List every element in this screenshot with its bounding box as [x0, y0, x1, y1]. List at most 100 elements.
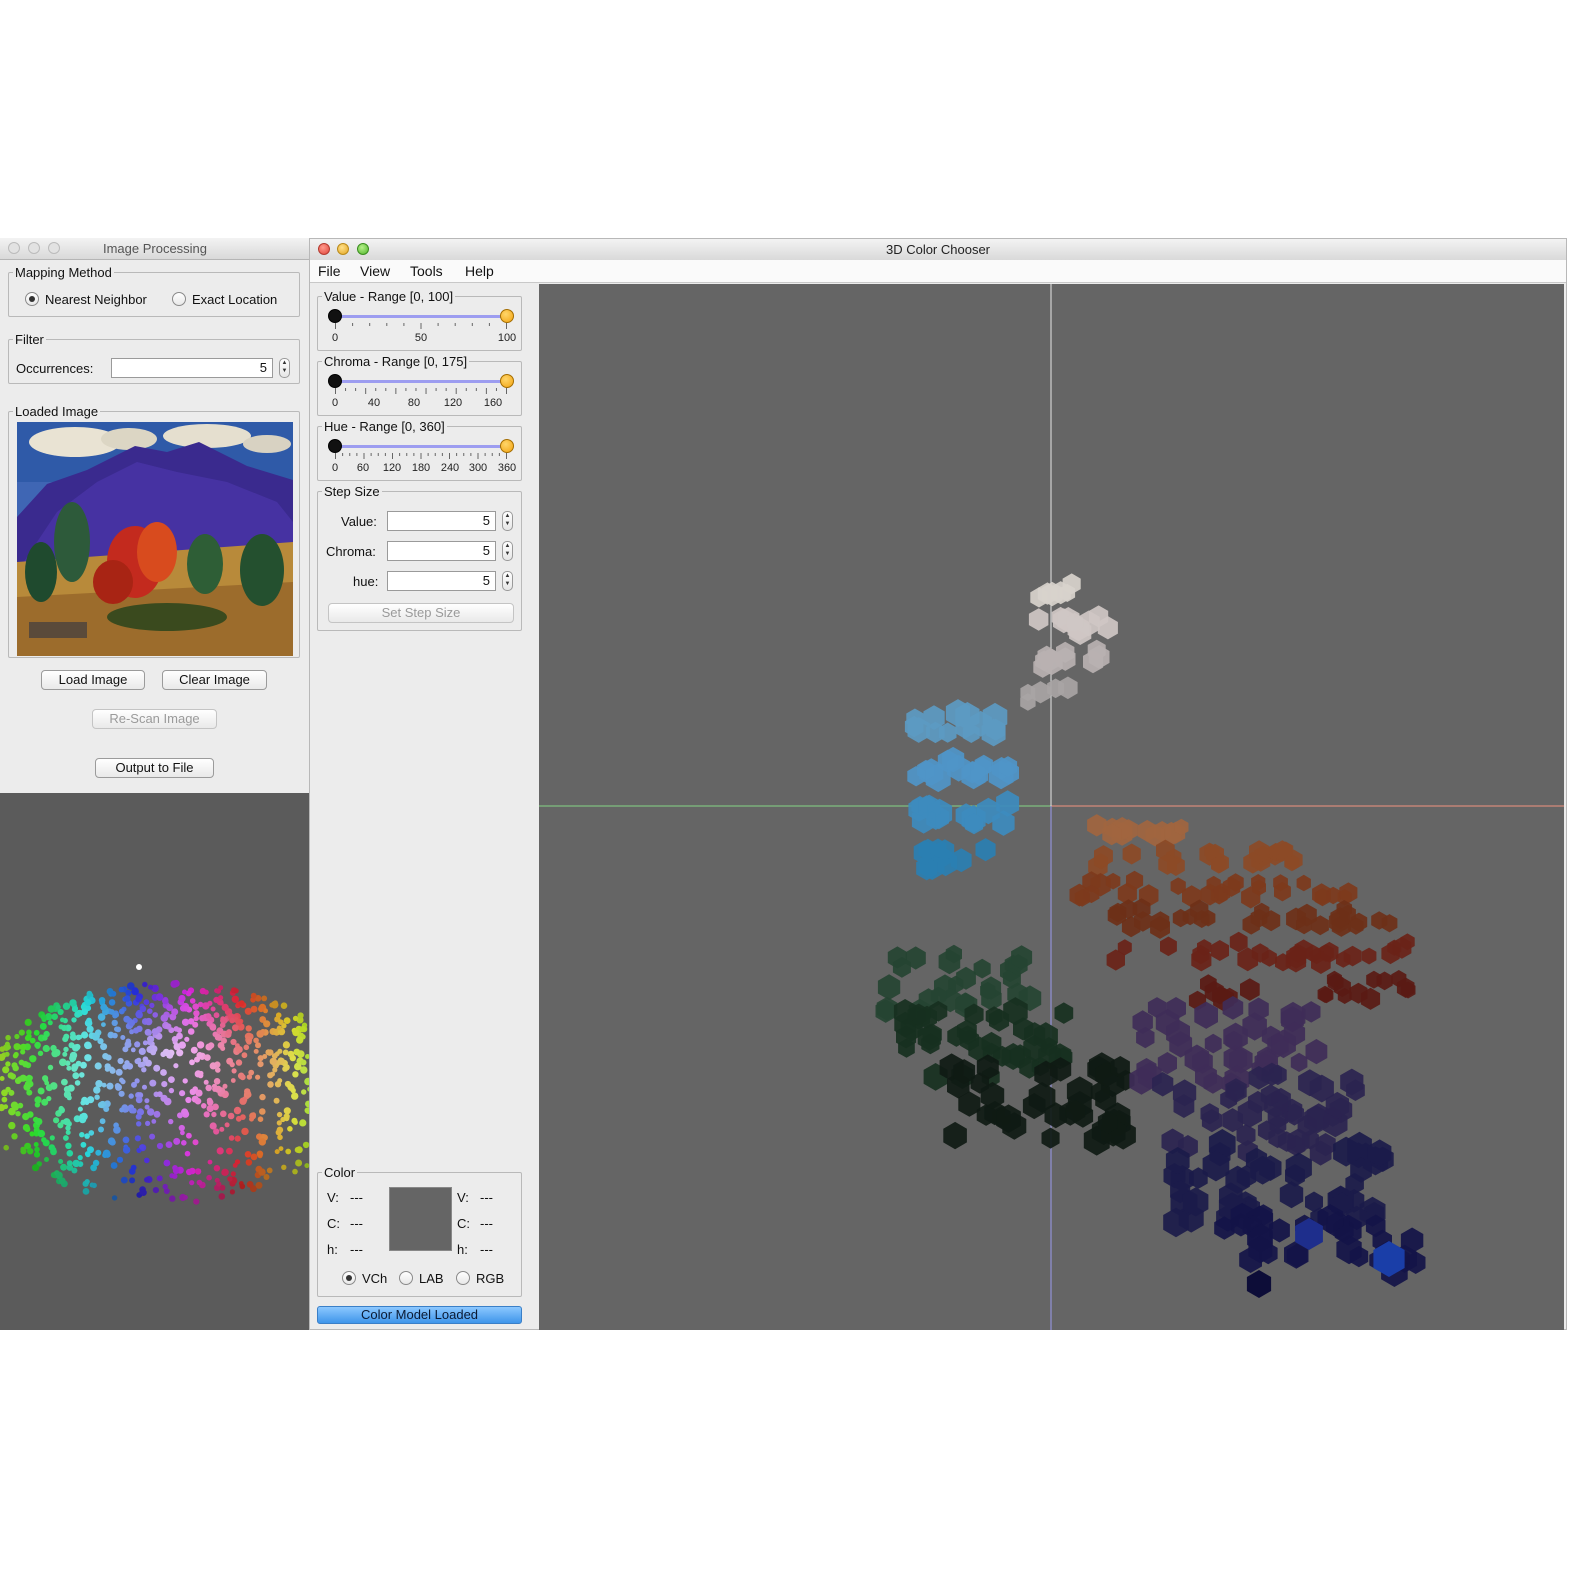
cloud-point: [82, 1188, 90, 1195]
cloud-point: [80, 1141, 87, 1148]
minimize-icon[interactable]: [28, 242, 40, 254]
model-lab-radio[interactable]: [399, 1271, 413, 1285]
zoom-icon[interactable]: [48, 242, 60, 254]
load-image-button[interactable]: Load Image: [41, 670, 145, 690]
cloud-point: [71, 1017, 77, 1023]
chroma-range-low-knob[interactable]: [328, 374, 342, 388]
step-hue-input[interactable]: 5: [387, 571, 496, 591]
step-value-input[interactable]: 5: [387, 511, 496, 531]
model-lab-label[interactable]: LAB: [419, 1271, 444, 1286]
nearest-neighbor-label[interactable]: Nearest Neighbor: [45, 292, 147, 307]
chroma-range-high-knob[interactable]: [500, 374, 514, 388]
cloud-point: [98, 997, 106, 1004]
model-rgb-label[interactable]: RGB: [476, 1271, 504, 1286]
output-to-file-button[interactable]: Output to File: [95, 758, 214, 778]
menu-tools[interactable]: Tools: [410, 263, 443, 279]
zoom-icon[interactable]: [357, 243, 369, 255]
close-icon[interactable]: [318, 243, 330, 255]
image-processing-titlebar[interactable]: Image Processing: [0, 238, 310, 260]
model-vch-radio[interactable]: [342, 1271, 356, 1285]
cloud-point: [1, 1096, 8, 1103]
step-value-stepper[interactable]: ▲ ▼: [502, 511, 513, 531]
cloud-point: [12, 1064, 19, 1072]
color-point: [1361, 947, 1377, 965]
cloud-point: [246, 1039, 252, 1045]
set-step-size-button[interactable]: Set Step Size: [328, 603, 514, 623]
cloud-point: [72, 1159, 80, 1168]
cloud-point: [214, 1033, 222, 1041]
step-value-label: Value:: [341, 514, 377, 529]
value-range-track[interactable]: [335, 315, 507, 318]
cloud-point: [123, 1106, 130, 1113]
cloud-point: [88, 1130, 95, 1136]
hue-range-ticks: [335, 453, 507, 459]
color-legend: Color: [324, 1165, 356, 1180]
menu-file[interactable]: File: [318, 263, 341, 279]
cloud-point: [262, 1054, 268, 1059]
close-icon[interactable]: [8, 242, 20, 254]
cloud-point: [255, 1074, 261, 1080]
color-chooser-titlebar[interactable]: 3D Color Chooser: [310, 239, 1566, 261]
color-v-label-right: V:: [457, 1190, 469, 1205]
cloud-point: [246, 1181, 254, 1188]
cloud-point: [145, 1120, 151, 1126]
3d-color-point-cloud[interactable]: [539, 284, 1564, 1330]
hue-range-high-knob[interactable]: [500, 439, 514, 453]
cloud-point: [206, 1104, 214, 1113]
chroma-range-track[interactable]: [335, 380, 507, 383]
rescan-image-button[interactable]: Re-Scan Image: [92, 709, 217, 729]
hue-range-track[interactable]: [335, 445, 507, 448]
occurrences-stepper[interactable]: ▲ ▼: [279, 358, 290, 378]
cloud-point: [136, 1025, 143, 1032]
hue-tick-label: 300: [468, 462, 488, 474]
cloud-point: [224, 1122, 230, 1128]
exact-location-label[interactable]: Exact Location: [192, 292, 277, 307]
cloud-point: [0, 1076, 5, 1081]
window-title: 3D Color Chooser: [885, 242, 991, 257]
cloud-point: [281, 1164, 287, 1170]
cloud-point: [229, 1189, 235, 1195]
cloud-point: [53, 1117, 60, 1124]
occurrences-input[interactable]: 5: [111, 358, 273, 378]
cloud-point: [63, 1033, 70, 1040]
cloud-point: [144, 1157, 150, 1164]
cloud-point: [189, 998, 196, 1004]
cloud-point: [34, 1041, 41, 1049]
clear-image-button[interactable]: Clear Image: [162, 670, 267, 690]
cloud-point: [11, 1133, 18, 1140]
model-rgb-radio[interactable]: [456, 1271, 470, 1285]
cloud-point: [173, 1026, 180, 1032]
menu-help[interactable]: Help: [465, 263, 494, 279]
cloud-point: [22, 1113, 30, 1121]
cloud-point: [203, 1111, 210, 1118]
model-vch-label[interactable]: VCh: [362, 1271, 387, 1286]
value-range-low-knob[interactable]: [328, 309, 342, 323]
3d-color-viewport[interactable]: [539, 284, 1564, 1330]
hue-range-low-knob[interactable]: [328, 439, 342, 453]
value-range-high-knob[interactable]: [500, 309, 514, 323]
cloud-point: [50, 1044, 57, 1052]
cloud-point: [15, 1111, 21, 1117]
cloud-point: [151, 1119, 157, 1124]
cloud-point: [84, 1179, 90, 1185]
step-chroma-input[interactable]: 5: [387, 541, 496, 561]
cloud-point: [144, 1177, 150, 1183]
cloud-point: [114, 1026, 120, 1032]
cloud-point: [115, 1068, 123, 1076]
cloud-point: [209, 1024, 217, 1031]
menu-view[interactable]: View: [360, 263, 390, 279]
minimize-icon[interactable]: [337, 243, 349, 255]
exact-location-radio[interactable]: [172, 292, 186, 306]
step-hue-stepper[interactable]: ▲ ▼: [502, 571, 513, 591]
cloud-point: [5, 1034, 11, 1041]
hue-range-legend: Hue - Range [0, 360]: [324, 419, 445, 434]
color-point: [877, 974, 901, 1000]
step-size-legend: Step Size: [324, 484, 380, 499]
cloud-point: [81, 1008, 88, 1016]
cloud-point: [205, 1084, 212, 1092]
step-chroma-stepper[interactable]: ▲ ▼: [502, 541, 513, 561]
cloud-point: [50, 1146, 57, 1153]
cloud-point: [86, 990, 93, 997]
nearest-neighbor-radio[interactable]: [25, 292, 39, 306]
cloud-point: [18, 1059, 25, 1066]
